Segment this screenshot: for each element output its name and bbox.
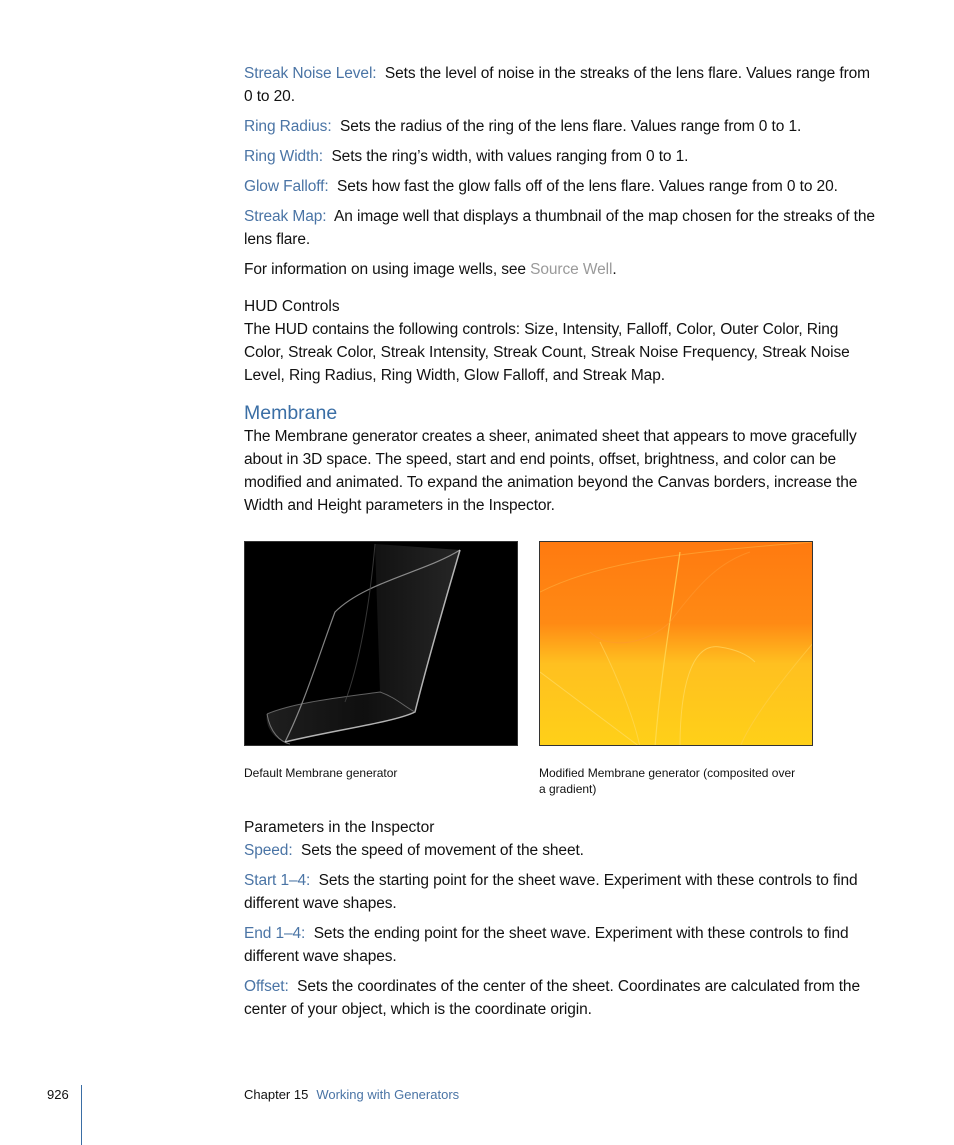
param-term: Streak Map:: [244, 208, 327, 225]
param-ring-width: Ring Width: Sets the ring’s width, with …: [244, 145, 876, 168]
membrane-sheet-graphic: [266, 543, 461, 745]
note-suffix: .: [612, 261, 617, 278]
param-term: Ring Radius:: [244, 118, 332, 135]
caption-modified: Modified Membrane generator (composited …: [539, 766, 796, 796]
param-term: Streak Noise Level:: [244, 65, 377, 82]
param-ring-radius: Ring Radius: Sets the radius of the ring…: [244, 115, 876, 138]
note-text: For information on using image wells, se…: [244, 261, 531, 278]
image-wells-note: For information on using image wells, se…: [244, 258, 876, 281]
inspector-heading: Parameters in the Inspector: [244, 819, 435, 836]
chapter-label: Chapter 15: [244, 1087, 309, 1102]
footer-divider: [81, 1085, 82, 1145]
membrane-section: Membrane The Membrane generator creates …: [244, 401, 876, 517]
param-term: End 1–4:: [244, 925, 306, 942]
membrane-text: The Membrane generator creates a sheer, …: [244, 428, 858, 514]
param-term: Glow Falloff:: [244, 178, 329, 195]
param-streak-map: Streak Map: An image well that displays …: [244, 205, 876, 251]
param-desc: Sets the radius of the ring of the lens …: [339, 118, 802, 135]
page-number: 926: [47, 1087, 69, 1102]
default-membrane-image: [244, 541, 518, 746]
param-term: Offset:: [244, 978, 289, 995]
inspector-section: Parameters in the Inspector Speed: Sets …: [244, 816, 876, 1021]
footer-chapter: Chapter 15 Working with Generators: [244, 1087, 459, 1102]
modified-membrane-image: [539, 541, 813, 746]
param-end: End 1–4: Sets the ending point for the s…: [244, 922, 876, 968]
param-desc: Sets the speed of movement of the sheet.: [300, 842, 584, 859]
membrane-gradient-graphic: [540, 542, 812, 745]
lens-flare-params: Streak Noise Level: Sets the level of no…: [244, 62, 876, 281]
param-desc: Sets the ending point for the sheet wave…: [244, 925, 849, 965]
param-speed: Speed: Sets the speed of movement of the…: [244, 839, 876, 862]
param-glow-falloff: Glow Falloff: Sets how fast the glow fal…: [244, 175, 876, 198]
param-term: Ring Width:: [244, 148, 324, 165]
hud-section: HUD Controls The HUD contains the follow…: [244, 295, 876, 387]
caption-default: Default Membrane generator: [244, 766, 398, 780]
param-start: Start 1–4: Sets the starting point for t…: [244, 869, 876, 915]
param-desc: Sets the starting point for the sheet wa…: [244, 872, 858, 912]
param-desc: Sets the ring’s width, with values rangi…: [331, 148, 689, 165]
chapter-title-link[interactable]: Working with Generators: [316, 1087, 459, 1102]
param-desc: An image well that displays a thumbnail …: [244, 208, 875, 248]
param-desc: Sets how fast the glow falls off of the …: [336, 178, 838, 195]
membrane-heading: Membrane: [244, 402, 338, 424]
hud-heading: HUD Controls: [244, 298, 340, 315]
source-well-link[interactable]: Source Well: [530, 261, 612, 278]
param-term: Speed:: [244, 842, 293, 859]
hud-text: The HUD contains the following controls:…: [244, 321, 850, 384]
param-offset: Offset: Sets the coordinates of the cent…: [244, 975, 876, 1021]
param-term: Start 1–4:: [244, 872, 311, 889]
param-desc: Sets the coordinates of the center of th…: [244, 978, 860, 1018]
param-streak-noise-level: Streak Noise Level: Sets the level of no…: [244, 62, 876, 108]
